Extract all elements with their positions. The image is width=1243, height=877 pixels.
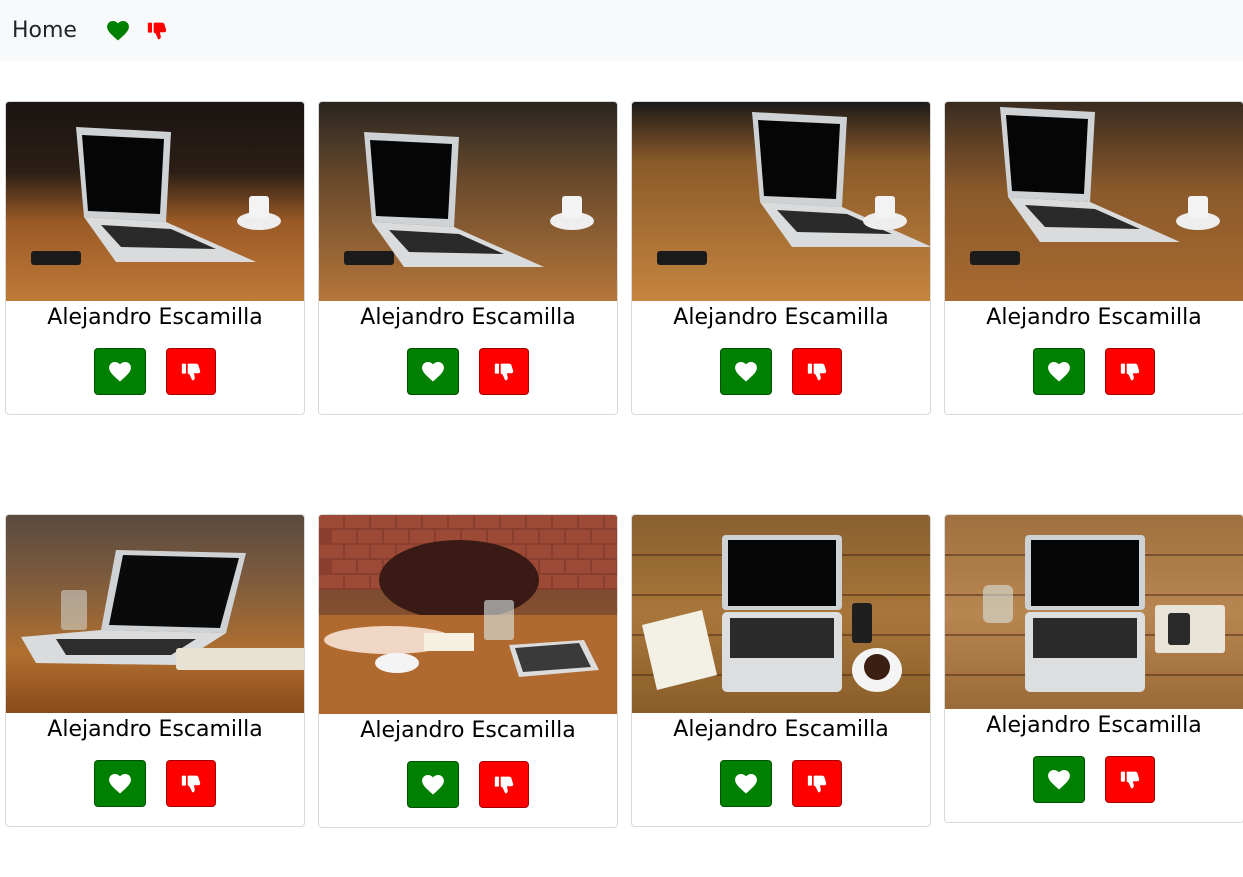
card-actions: [319, 761, 617, 827]
card-author-name: Alejandro Escamilla: [986, 713, 1202, 738]
like-button[interactable]: [720, 760, 772, 807]
card-photo: [632, 515, 930, 713]
photo-card: Alejandro Escamilla: [318, 514, 618, 828]
thumbs-down-icon: [181, 774, 201, 794]
heart-icon: [735, 362, 757, 382]
dislike-button[interactable]: [166, 760, 216, 807]
like-button[interactable]: [94, 348, 146, 395]
card-actions: [632, 348, 930, 414]
heart-icon: [1048, 770, 1070, 790]
photo-card: Alejandro Escamilla: [5, 514, 305, 827]
card-author-name: Alejandro Escamilla: [47, 717, 263, 742]
card-author-name: Alejandro Escamilla: [47, 305, 263, 330]
like-button[interactable]: [1033, 756, 1085, 803]
heart-icon[interactable]: [107, 21, 129, 41]
heart-icon: [1048, 362, 1070, 382]
like-button[interactable]: [407, 761, 459, 808]
card-photo: [945, 102, 1243, 301]
card-actions: [6, 760, 304, 826]
dislike-button[interactable]: [479, 761, 529, 808]
photo-card: Alejandro Escamilla: [318, 101, 618, 415]
card-actions: [945, 348, 1243, 414]
card-photo: [6, 102, 304, 301]
dislike-button[interactable]: [1105, 756, 1155, 803]
thumbs-down-icon: [807, 362, 827, 382]
heart-icon: [109, 362, 131, 382]
thumbs-down-icon: [181, 362, 201, 382]
photo-card: Alejandro Escamilla: [944, 101, 1243, 415]
photo-card: Alejandro Escamilla: [631, 101, 931, 415]
card-author-name: Alejandro Escamilla: [673, 717, 889, 742]
like-button[interactable]: [407, 348, 459, 395]
dislike-button[interactable]: [792, 760, 842, 807]
thumbs-down-icon[interactable]: [147, 21, 167, 41]
card-actions: [319, 348, 617, 414]
card-photo: [632, 102, 930, 301]
heart-icon: [422, 775, 444, 795]
like-button[interactable]: [94, 760, 146, 807]
thumbs-down-icon: [494, 362, 514, 382]
card-photo: [319, 515, 617, 714]
navbar: Home: [0, 0, 1243, 61]
card-author-name: Alejandro Escamilla: [673, 305, 889, 330]
card-author-name: Alejandro Escamilla: [360, 305, 576, 330]
heart-icon: [735, 774, 757, 794]
home-link[interactable]: Home: [12, 18, 77, 43]
card-actions: [6, 348, 304, 414]
photo-card: Alejandro Escamilla: [944, 514, 1243, 823]
photo-card: Alejandro Escamilla: [631, 514, 931, 827]
thumbs-down-icon: [807, 774, 827, 794]
photo-card: Alejandro Escamilla: [5, 101, 305, 415]
card-photo: [945, 515, 1243, 709]
like-button[interactable]: [1033, 348, 1085, 395]
card-author-name: Alejandro Escamilla: [986, 305, 1202, 330]
dislike-button[interactable]: [479, 348, 529, 395]
thumbs-down-icon: [1120, 362, 1140, 382]
thumbs-down-icon: [494, 775, 514, 795]
card-photo: [319, 102, 617, 301]
dislike-button[interactable]: [1105, 348, 1155, 395]
card-actions: [632, 760, 930, 826]
dislike-button[interactable]: [166, 348, 216, 395]
thumbs-down-icon: [1120, 770, 1140, 790]
card-author-name: Alejandro Escamilla: [360, 718, 576, 743]
heart-icon: [109, 774, 131, 794]
card-actions: [945, 756, 1243, 822]
heart-icon: [422, 362, 444, 382]
card-photo: [6, 515, 304, 713]
dislike-button[interactable]: [792, 348, 842, 395]
like-button[interactable]: [720, 348, 772, 395]
